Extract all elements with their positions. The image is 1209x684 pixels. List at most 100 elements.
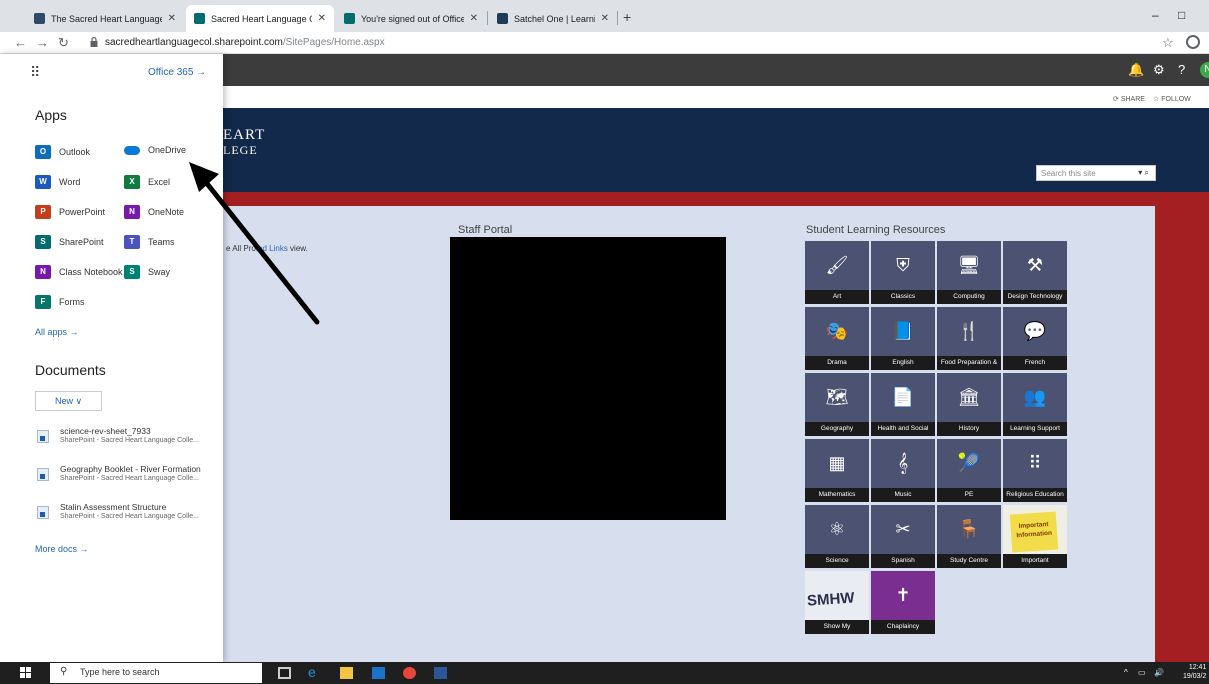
browser-tab[interactable]: The Sacred Heart Language Colle ✕	[26, 5, 184, 32]
windows-start-icon[interactable]	[8, 665, 44, 681]
tile-show-my[interactable]: SMHW Show My	[805, 571, 869, 634]
share-button[interactable]: ⟳ SHARE	[1113, 95, 1145, 103]
tile-english[interactable]: 📘 English	[871, 307, 935, 370]
restore-button[interactable]: □	[1178, 8, 1185, 22]
documents-heading: Documents	[35, 362, 106, 378]
tile-label: Show My	[805, 620, 869, 634]
tile-religious-education[interactable]: ⠿ Religious Education	[1003, 439, 1067, 502]
braille-icon: ⠿	[1028, 453, 1042, 473]
network-icon[interactable]: ▭	[1138, 668, 1146, 677]
app-label: OneNote	[148, 207, 185, 217]
help-icon[interactable]: ?	[1178, 62, 1185, 77]
taskbar-clock[interactable]: 12:41 19/03/2	[1183, 663, 1206, 681]
tab-favicon-icon	[344, 13, 355, 24]
tile-study-centre[interactable]: 🪑 Study Centre	[937, 505, 1001, 568]
tile-geography[interactable]: 🗺 Geography	[805, 373, 869, 436]
tile-important[interactable]: Important Information Important	[1003, 505, 1067, 568]
tile-label: Classics	[871, 290, 935, 304]
url-field[interactable]: sacredheartlanguagecol.sharepoint.com/Si…	[105, 37, 385, 48]
new-tab-button[interactable]: +	[623, 9, 631, 25]
app-onenote[interactable]: N OneNote	[124, 205, 184, 219]
tile-french[interactable]: 💬 French	[1003, 307, 1067, 370]
tools-icon: ⚒	[1026, 255, 1044, 275]
tile-mathematics[interactable]: ▦ Mathematics	[805, 439, 869, 502]
bookmark-star-icon[interactable]: ☆	[1162, 35, 1174, 51]
site-search-input[interactable]: Search this site ▾ ⌕	[1036, 165, 1156, 181]
annotation-arrow-icon	[189, 162, 320, 325]
tab-separator	[487, 11, 488, 25]
file-explorer-icon[interactable]	[340, 667, 353, 679]
follow-button[interactable]: ☆ FOLLOW	[1153, 95, 1191, 103]
tile-art[interactable]: 🖌 Art	[805, 241, 869, 304]
app-sway[interactable]: S Sway	[124, 265, 170, 279]
app-onedrive[interactable]: OneDrive	[124, 145, 186, 155]
calculator-icon: ▦	[828, 453, 846, 473]
app-excel[interactable]: X Excel	[124, 175, 170, 189]
minimize-button[interactable]: –	[1152, 8, 1159, 22]
class-notebook-icon: N	[35, 265, 51, 279]
taskbar-search-box[interactable]: ⚲ Type here to search	[50, 663, 262, 683]
outlook-taskbar-icon[interactable]	[372, 667, 385, 679]
clock-time: 12:41	[1188, 664, 1207, 671]
tab-title: Sacred Heart Language College	[211, 13, 312, 24]
tile-health-and-social[interactable]: 📄 Health and Social	[871, 373, 935, 436]
url-path: /SitePages/Home.aspx	[282, 37, 385, 48]
app-teams[interactable]: T Teams	[124, 235, 175, 249]
app-outlook[interactable]: O Outlook	[35, 145, 90, 159]
more-docs-link[interactable]: More docs →	[35, 544, 89, 554]
staff-portal-redacted-area	[450, 237, 726, 520]
tile-music[interactable]: 𝄞 Music	[871, 439, 935, 502]
office365-link[interactable]: Office 365 →	[148, 67, 206, 78]
app-forms[interactable]: F Forms	[35, 295, 85, 309]
tools-cross-icon: ✂	[895, 519, 911, 539]
browser-tab-active[interactable]: Sacred Heart Language College ✕	[186, 5, 334, 32]
volume-icon[interactable]: 🔊	[1154, 668, 1164, 677]
tile-science[interactable]: ⚛ Science	[805, 505, 869, 568]
browser-tab[interactable]: Satchel One | Learning platform ✕	[489, 5, 617, 32]
word-taskbar-icon[interactable]	[434, 667, 447, 679]
notifications-icon[interactable]: 🔔	[1128, 62, 1144, 78]
settings-gear-icon[interactable]: ⚙	[1153, 62, 1165, 78]
smhw-logo-text: SMHW	[806, 589, 856, 610]
powerpoint-icon: P	[35, 205, 51, 219]
tray-chevron-icon[interactable]: ^	[1124, 668, 1128, 677]
forward-icon[interactable]: →	[36, 35, 49, 50]
new-document-button[interactable]: New ∨	[35, 391, 102, 411]
tab-close-icon[interactable]: ✕	[601, 13, 609, 24]
tab-close-icon[interactable]: ✕	[470, 13, 478, 24]
apps-heading: Apps	[35, 107, 67, 123]
tile-learning-support[interactable]: 👥 Learning Support	[1003, 373, 1067, 436]
app-word[interactable]: W Word	[35, 175, 80, 189]
app-class-notebook[interactable]: N Class Notebook	[35, 265, 123, 279]
back-icon[interactable]: ←	[14, 35, 27, 50]
tile-drama[interactable]: 🎭 Drama	[805, 307, 869, 370]
tile-label: Art	[805, 290, 869, 304]
tab-close-icon[interactable]: ✕	[318, 13, 326, 24]
tile-spanish[interactable]: ✂ Spanish	[871, 505, 935, 568]
tab-title: Satchel One | Learning platform	[514, 13, 595, 24]
tab-close-icon[interactable]: ✕	[168, 13, 176, 24]
tile-pe[interactable]: 🎾 PE	[937, 439, 1001, 502]
tile-food-preparation[interactable]: 🍴 Food Preparation &	[937, 307, 1001, 370]
browser-tab[interactable]: You're signed out of Office 365 ✕	[336, 5, 486, 32]
tile-classics[interactable]: ⛨ Classics	[871, 241, 935, 304]
app-launcher-waffle-icon[interactable]: ⠿	[30, 64, 40, 81]
tile-chaplaincy[interactable]: ✝ Chaplaincy	[871, 571, 935, 634]
user-avatar[interactable]: N	[1200, 62, 1209, 78]
tile-design-technology[interactable]: ⚒ Design Technology	[1003, 241, 1067, 304]
task-view-icon[interactable]	[278, 667, 291, 679]
teams-icon: T	[124, 235, 140, 249]
tile-computing[interactable]: 🖥 Computing	[937, 241, 1001, 304]
tile-history[interactable]: 🏛 History	[937, 373, 1001, 436]
profile-icon[interactable]	[1186, 35, 1200, 49]
app-sharepoint[interactable]: S SharePoint	[35, 235, 104, 249]
app-powerpoint[interactable]: P PowerPoint	[35, 205, 105, 219]
tile-label: Learning Support	[1003, 422, 1067, 436]
edge-browser-icon[interactable]: e	[308, 664, 321, 680]
share-label: SHARE	[1120, 96, 1145, 103]
all-apps-link[interactable]: All apps →	[35, 327, 79, 337]
reload-icon[interactable]: ↻	[58, 35, 69, 51]
tile-label: Music	[871, 488, 935, 502]
search-magnifier-icon[interactable]: ▾ ⌕	[1138, 168, 1149, 178]
chrome-browser-icon[interactable]	[403, 667, 416, 679]
